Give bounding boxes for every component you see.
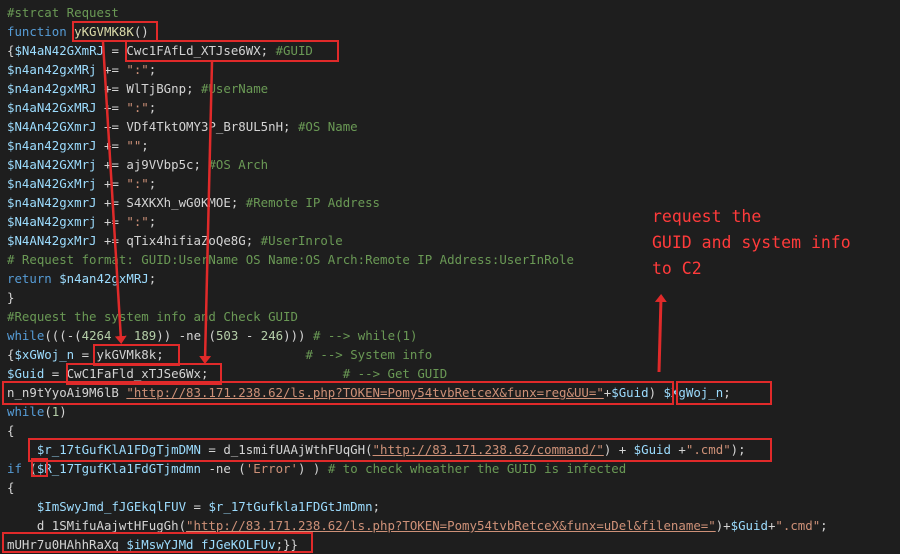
annotation-line-2: GUID and system info	[652, 233, 851, 252]
arrow-guid-to-get-guid	[199, 61, 214, 364]
arrow-function-to-call	[101, 41, 127, 344]
annotation-line-1: request the	[652, 207, 762, 226]
annotation-line-3: to C2	[652, 259, 702, 278]
arrow-note-up	[654, 294, 667, 373]
annotation-note: request the GUID and system info to C2	[652, 204, 851, 282]
